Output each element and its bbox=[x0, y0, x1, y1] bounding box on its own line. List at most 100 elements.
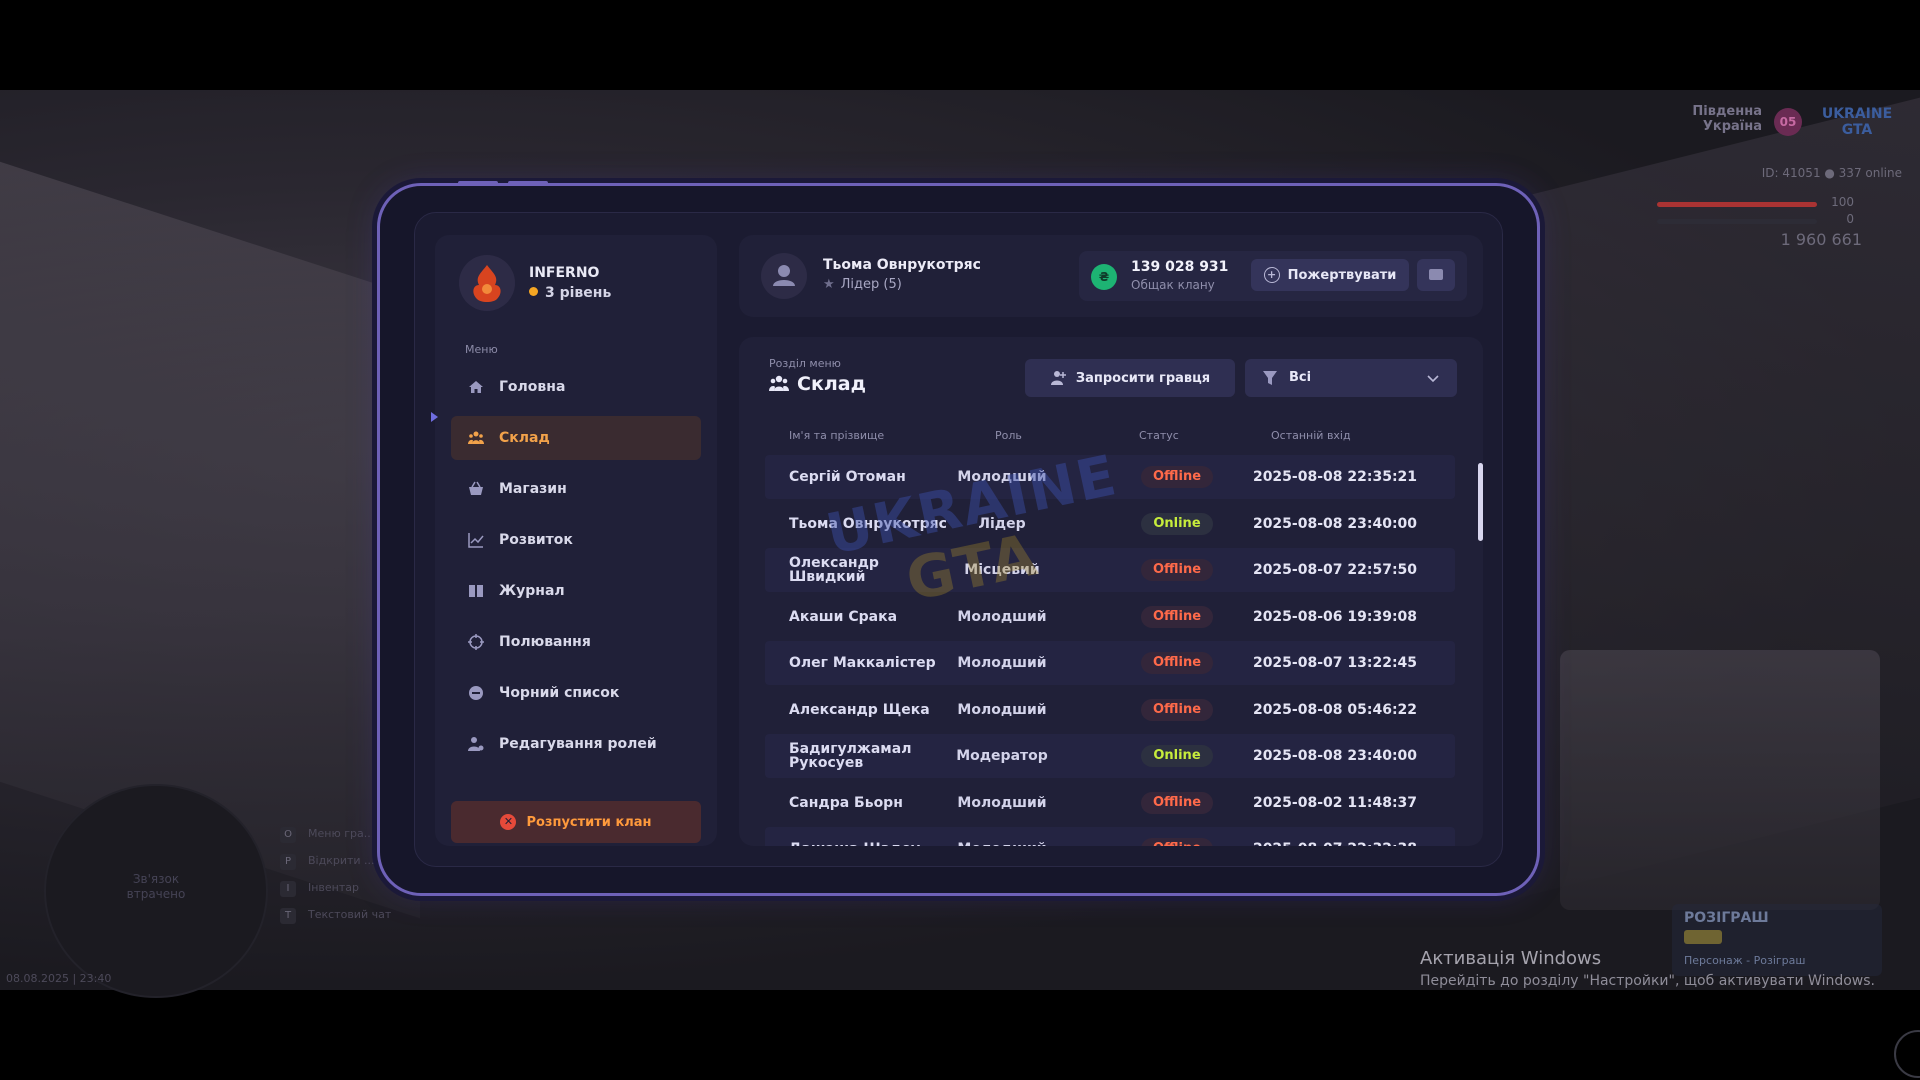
target-icon bbox=[468, 634, 484, 650]
key-hint: P Відкрити ... bbox=[280, 851, 391, 878]
member-name: Бадигулжамал Рукосуев bbox=[789, 741, 912, 771]
table-row[interactable]: Сандра Бьорн Молодший Offline 2025-08-02 11… bbox=[765, 781, 1455, 825]
member-last-login: 2025-08-08 23:40:00 bbox=[1252, 515, 1418, 532]
home-icon bbox=[469, 381, 483, 393]
member-role: Молодший bbox=[957, 469, 1047, 485]
member-last-login: 2025-08-08 22:35:21 bbox=[1252, 469, 1418, 485]
sidebar-item-home[interactable]: Головна bbox=[451, 365, 701, 409]
warehouse-section: Розділ меню Склад Запросити гравця Всі І… bbox=[739, 337, 1483, 846]
hud-region-badge: 05 bbox=[1774, 108, 1802, 136]
member-status-badge: Online bbox=[1141, 745, 1213, 767]
member-status-badge: Online bbox=[1141, 512, 1213, 535]
table-header: Ім'я та прізвище Роль Статус Останній вх… bbox=[739, 429, 1483, 445]
people-icon bbox=[468, 431, 484, 444]
member-status-badge: Offline bbox=[1141, 791, 1213, 814]
game-screen: Південна Україна 05 UKRAINE GTA ID: 4105… bbox=[0, 0, 1920, 1080]
clan-name: INFERNO bbox=[529, 265, 600, 281]
filter-value: Всі bbox=[1289, 370, 1312, 385]
hud-armor-bar bbox=[1657, 219, 1817, 224]
sidebar-menu: Головна Склад Магазин Розвиток Журнал По… bbox=[451, 365, 701, 773]
member-last-login: 2025-08-07 22:57:50 bbox=[1252, 562, 1418, 578]
basket-icon bbox=[469, 481, 483, 495]
tablet-handle bbox=[508, 181, 548, 185]
key-cap: T bbox=[280, 908, 296, 924]
book-icon bbox=[469, 585, 483, 597]
background-furniture bbox=[1560, 650, 1880, 910]
minimap-status: Зв'язок втрачено bbox=[126, 872, 186, 901]
tablet-screen: INFERNO 3 рівень Меню Головна Склад Мага… bbox=[414, 212, 1503, 867]
table-row[interactable]: Акаши Срака Молодший Offline 2025-08-06 19:… bbox=[765, 595, 1455, 639]
member-role: Молодший bbox=[957, 794, 1047, 811]
user-edit-icon bbox=[468, 737, 484, 751]
table-row[interactable]: Сергій Отоман Молодший Offline 2025-08-08 2… bbox=[765, 455, 1455, 499]
sidebar-item-development[interactable]: Розвиток bbox=[451, 518, 701, 562]
level-dot-icon bbox=[529, 287, 538, 296]
section-label: Розділ меню bbox=[769, 357, 841, 370]
member-name: Александр Щека bbox=[789, 701, 930, 718]
windows-activation-subtitle: Перейдіть до розділу "Настройки", щоб ак… bbox=[1420, 973, 1875, 989]
sidebar-item-edit-roles[interactable]: Редагування ролей bbox=[451, 722, 701, 766]
sidebar-item-warehouse[interactable]: Склад bbox=[451, 416, 701, 460]
tablet-handle bbox=[458, 181, 498, 185]
filter-icon bbox=[1263, 371, 1277, 385]
key-hint-label: Меню гра... bbox=[308, 827, 375, 840]
sidebar: INFERNO 3 рівень Меню Головна Склад Мага… bbox=[435, 235, 717, 846]
members-table: Сергій Отоман Молодший Offline 2025-08-08 2… bbox=[765, 455, 1455, 846]
member-role: Модератор bbox=[956, 748, 1048, 764]
user-avatar bbox=[761, 253, 807, 299]
member-status-badge: Offline bbox=[1141, 466, 1213, 488]
clan-level-text: 3 рівень bbox=[545, 285, 612, 301]
table-row[interactable]: Тьома Овнрукотряс Лідер Online 2025-08-08 2… bbox=[765, 502, 1455, 546]
table-row[interactable]: Олег Маккалістер Молодший Offline 2025-08-0… bbox=[765, 641, 1455, 685]
sidebar-item-journal[interactable]: Журнал bbox=[451, 569, 701, 613]
table-row[interactable]: Олександр Швидкий Місцевий Offline 2025-08-… bbox=[765, 548, 1455, 592]
sidebar-item-shop[interactable]: Магазин bbox=[451, 467, 701, 511]
key-cap: O bbox=[280, 827, 296, 843]
play-arrow-icon bbox=[431, 412, 438, 422]
user-role-text: Лідер (5) bbox=[840, 277, 902, 292]
minimap: Зв'язок втрачено 08.08.2025 | 23:40 bbox=[6, 786, 266, 996]
star-icon: ★ bbox=[823, 277, 835, 292]
user-icon bbox=[773, 265, 795, 286]
edge-round-button[interactable] bbox=[1894, 1030, 1920, 1078]
wallet-button[interactable] bbox=[1417, 259, 1455, 291]
sidebar-item-hunting[interactable]: Полювання bbox=[451, 620, 701, 664]
plus-circle-icon: + bbox=[1263, 267, 1280, 283]
column-header-last-login: Останній вхід bbox=[1271, 429, 1351, 442]
table-row[interactable]: Александр Щека Молодший Offline 2025-08-08 … bbox=[765, 688, 1455, 732]
hud-health-bar bbox=[1657, 202, 1817, 207]
member-name: Сергій Отоман bbox=[789, 469, 906, 485]
hud-id-line: ID: 41051 ● 337 online bbox=[1761, 166, 1902, 180]
table-scrollbar[interactable] bbox=[1478, 463, 1483, 541]
member-status-badge: Offline bbox=[1141, 652, 1213, 674]
member-last-login: 2025-08-08 23:40:00 bbox=[1252, 748, 1418, 764]
giveaway-title: РОЗІГРАШ bbox=[1684, 910, 1769, 926]
member-role: Молодший bbox=[937, 827, 1067, 846]
balance-label: Общак клану bbox=[1131, 278, 1215, 292]
member-last-login: 2025-08-06 19:39:08 bbox=[1252, 608, 1418, 625]
column-header-status: Статус bbox=[1139, 429, 1179, 442]
key-hint-label: Текстовий чат bbox=[308, 908, 392, 921]
currency-icon: ₴ bbox=[1091, 264, 1117, 290]
key-hint-label: Відкрити ... bbox=[308, 854, 375, 867]
table-row[interactable]: Бадигулжамал Рукосуев Модератор Online 2025… bbox=[765, 734, 1455, 778]
member-role: Місцевий bbox=[964, 562, 1040, 578]
section-title-text: Склад bbox=[797, 373, 866, 395]
invite-player-button[interactable]: Запросити гравця bbox=[1025, 359, 1235, 397]
invite-player-label: Запросити гравця bbox=[1075, 370, 1211, 386]
member-role: Молодший bbox=[957, 701, 1047, 718]
member-name: Акаши Срака bbox=[789, 608, 898, 625]
member-role: Молодший bbox=[957, 608, 1047, 625]
sidebar-item-label: Редагування ролей bbox=[499, 736, 657, 752]
member-status-badge: Offline bbox=[1141, 605, 1213, 628]
table-row[interactable]: Данюша ШадоуМолодший Offline 2025-08-07 22… bbox=[765, 827, 1455, 846]
sidebar-item-blacklist[interactable]: Чорний список bbox=[451, 671, 701, 715]
hud-region: Південна Україна bbox=[1692, 104, 1762, 134]
chart-icon bbox=[468, 533, 484, 548]
filter-select[interactable]: Всі bbox=[1245, 359, 1457, 397]
dissolve-clan-button[interactable]: ✕ Розпустити клан bbox=[451, 801, 701, 843]
donate-button[interactable]: + Пожертвувати bbox=[1251, 259, 1409, 291]
member-last-login: 2025-08-07 22:32:38 bbox=[1235, 827, 1435, 846]
member-last-login: 2025-08-07 13:22:45 bbox=[1252, 655, 1418, 671]
sidebar-item-label: Чорний список bbox=[499, 685, 620, 701]
